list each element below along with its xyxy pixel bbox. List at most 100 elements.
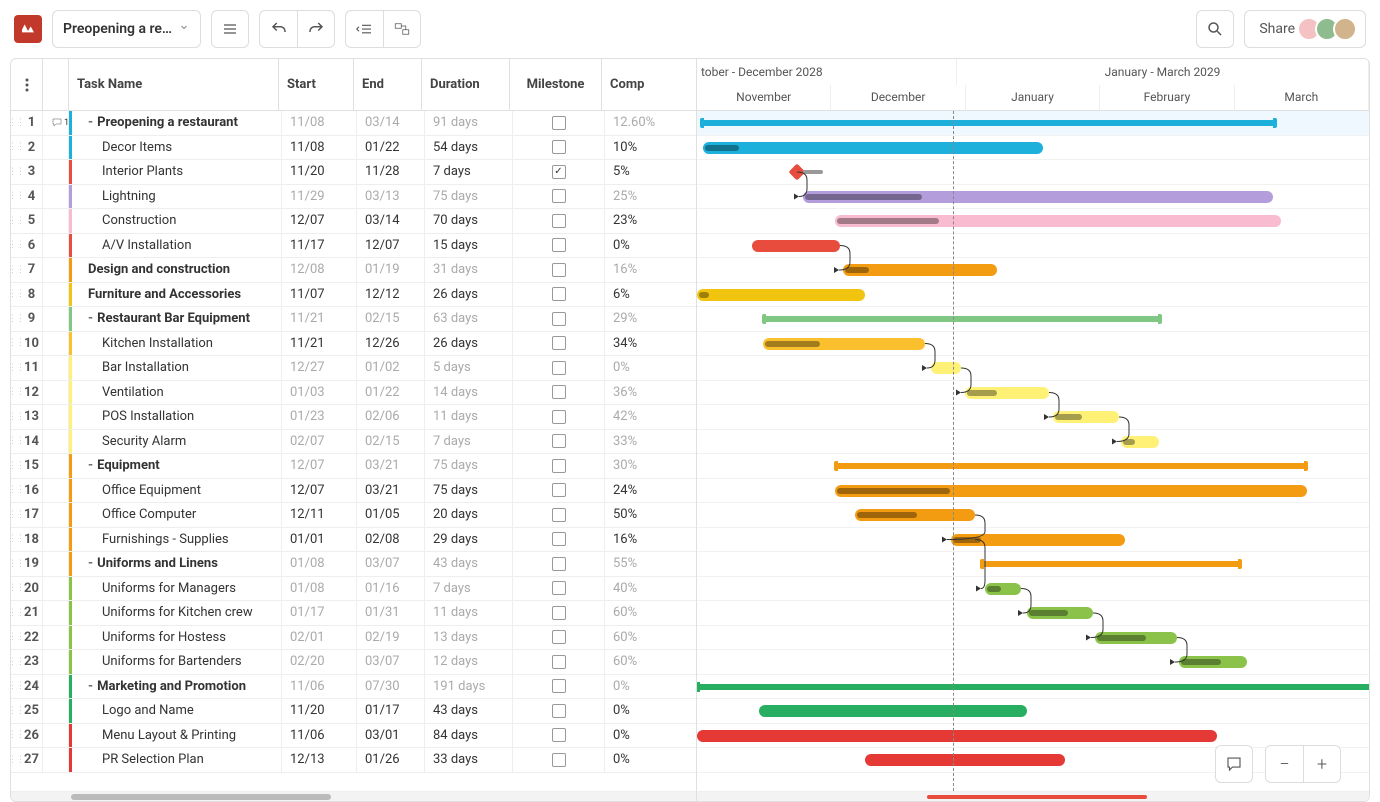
end-cell[interactable]: 01/22 xyxy=(357,136,425,160)
summary-bar[interactable] xyxy=(835,463,1307,469)
task-bar[interactable] xyxy=(1027,607,1093,619)
drag-handle[interactable]: ⋮⋮ xyxy=(11,209,21,233)
task-row[interactable]: ⋮⋮19-Uniforms and Linens01/0803/0743 day… xyxy=(11,552,696,577)
task-name-cell[interactable]: Office Computer xyxy=(72,503,282,527)
duration-cell[interactable]: 7 days xyxy=(425,577,513,601)
duration-cell[interactable]: 63 days xyxy=(425,307,513,331)
start-cell[interactable]: 11/17 xyxy=(282,234,357,258)
task-bar[interactable] xyxy=(843,264,997,276)
task-row[interactable]: ⋮⋮18Furnishings - Supplies01/0102/0829 d… xyxy=(11,528,696,553)
end-cell[interactable]: 03/13 xyxy=(357,185,425,209)
task-name-cell[interactable]: Uniforms for Managers xyxy=(72,577,282,601)
drag-handle[interactable]: ⋮⋮ xyxy=(11,601,21,625)
milestone-cell[interactable] xyxy=(513,258,605,282)
end-cell[interactable]: 02/15 xyxy=(357,307,425,331)
drag-handle[interactable]: ⋮⋮ xyxy=(11,405,21,429)
start-cell[interactable]: 01/08 xyxy=(282,552,357,576)
milestone-checkbox[interactable] xyxy=(552,606,566,620)
complete-cell[interactable]: 16% xyxy=(605,528,675,552)
start-cell[interactable]: 12/08 xyxy=(282,258,357,282)
task-name-cell[interactable]: -Equipment xyxy=(72,454,282,478)
gantt-row[interactable] xyxy=(697,601,1369,626)
start-cell[interactable]: 12/07 xyxy=(282,209,357,233)
end-cell[interactable]: 03/01 xyxy=(357,724,425,748)
drag-handle[interactable]: ⋮⋮ xyxy=(11,307,21,331)
task-bar[interactable] xyxy=(1121,436,1159,448)
duration-cell[interactable]: 43 days xyxy=(425,552,513,576)
complete-cell[interactable]: 30% xyxy=(605,454,675,478)
milestone-cell[interactable] xyxy=(513,552,605,576)
duration-cell[interactable]: 29 days xyxy=(425,528,513,552)
summary-bar[interactable] xyxy=(701,120,1276,126)
task-bar[interactable] xyxy=(803,191,1273,203)
gantt-row[interactable] xyxy=(697,650,1369,675)
duration-cell[interactable]: 26 days xyxy=(425,283,513,307)
end-cell[interactable]: 01/26 xyxy=(357,748,425,772)
search-button[interactable] xyxy=(1196,10,1234,48)
milestone-checkbox[interactable] xyxy=(552,532,566,546)
milestone-cell[interactable] xyxy=(513,601,605,625)
milestone-checkbox[interactable] xyxy=(552,336,566,350)
end-cell[interactable]: 07/30 xyxy=(357,675,425,699)
start-cell[interactable]: 11/08 xyxy=(282,111,357,135)
task-row[interactable]: ⋮⋮7Design and construction12/0801/1931 d… xyxy=(11,258,696,283)
task-name-cell[interactable]: Bar Installation xyxy=(72,356,282,380)
task-bar[interactable] xyxy=(951,534,1125,546)
start-cell[interactable]: 01/08 xyxy=(282,577,357,601)
milestone-checkbox[interactable] xyxy=(552,459,566,473)
milestone-cell[interactable] xyxy=(513,479,605,503)
drag-handle[interactable]: ⋮⋮ xyxy=(11,136,21,160)
duration-cell[interactable]: 7 days xyxy=(425,430,513,454)
end-cell[interactable]: 01/16 xyxy=(357,577,425,601)
duration-cell[interactable]: 54 days xyxy=(425,136,513,160)
gantt-scrollbar[interactable] xyxy=(697,791,1369,801)
gantt-row[interactable] xyxy=(697,111,1369,136)
gantt-row[interactable] xyxy=(697,258,1369,283)
end-cell[interactable]: 01/19 xyxy=(357,258,425,282)
duration-cell[interactable]: 84 days xyxy=(425,724,513,748)
duration-cell[interactable]: 75 days xyxy=(425,454,513,478)
complete-cell[interactable]: 36% xyxy=(605,381,675,405)
complete-cell[interactable]: 10% xyxy=(605,136,675,160)
milestone-cell[interactable] xyxy=(513,577,605,601)
task-row[interactable]: ⋮⋮26Menu Layout & Printing11/0603/0184 d… xyxy=(11,724,696,749)
task-row[interactable]: ⋮⋮24-Marketing and Promotion11/0607/3019… xyxy=(11,675,696,700)
milestone-cell[interactable] xyxy=(513,307,605,331)
drag-handle[interactable]: ⋮⋮ xyxy=(11,699,21,723)
milestone-cell[interactable] xyxy=(513,111,605,135)
drag-handle[interactable]: ⋮⋮ xyxy=(11,234,21,258)
expand-icon[interactable]: - xyxy=(88,556,93,571)
gantt-row[interactable] xyxy=(697,675,1369,700)
milestone-cell[interactable] xyxy=(513,405,605,429)
drag-handle[interactable]: ⋮⋮ xyxy=(11,577,21,601)
milestone-checkbox[interactable] xyxy=(552,630,566,644)
task-row[interactable]: ⋮⋮2Decor Items11/0801/2254 days10% xyxy=(11,136,696,161)
task-name-cell[interactable]: -Marketing and Promotion xyxy=(72,675,282,699)
complete-cell[interactable]: 50% xyxy=(605,503,675,527)
drag-handle[interactable]: ⋮⋮ xyxy=(11,454,21,478)
start-cell[interactable]: 11/20 xyxy=(282,699,357,723)
end-cell[interactable]: 03/14 xyxy=(357,209,425,233)
task-name-cell[interactable]: -Preopening a restaurant xyxy=(72,111,282,135)
duration-cell[interactable]: 11 days xyxy=(425,405,513,429)
task-bar[interactable] xyxy=(855,509,975,521)
drag-handle[interactable]: ⋮⋮ xyxy=(11,675,21,699)
duration-cell[interactable]: 12 days xyxy=(425,650,513,674)
drag-handle[interactable]: ⋮⋮ xyxy=(11,479,21,503)
task-name-cell[interactable]: Design and construction xyxy=(72,258,282,282)
task-bar[interactable] xyxy=(1179,656,1247,668)
drag-handle[interactable]: ⋮⋮ xyxy=(11,258,21,282)
task-row[interactable]: ⋮⋮20Uniforms for Managers01/0801/167 day… xyxy=(11,577,696,602)
drag-handle[interactable]: ⋮⋮ xyxy=(11,185,21,209)
milestone-checkbox[interactable] xyxy=(552,361,566,375)
gantt-row[interactable] xyxy=(697,626,1369,651)
start-cell[interactable]: 02/01 xyxy=(282,626,357,650)
task-row[interactable]: ⋮⋮13POS Installation01/2302/0611 days42% xyxy=(11,405,696,430)
gantt-row[interactable] xyxy=(697,234,1369,259)
milestone-checkbox[interactable] xyxy=(552,679,566,693)
complete-cell[interactable]: 34% xyxy=(605,332,675,356)
gantt-row[interactable] xyxy=(697,307,1369,332)
task-row[interactable]: ⋮⋮8Furniture and Accessories11/0712/1226… xyxy=(11,283,696,308)
expand-icon[interactable]: - xyxy=(88,115,93,130)
expand-icon[interactable]: - xyxy=(88,679,93,694)
